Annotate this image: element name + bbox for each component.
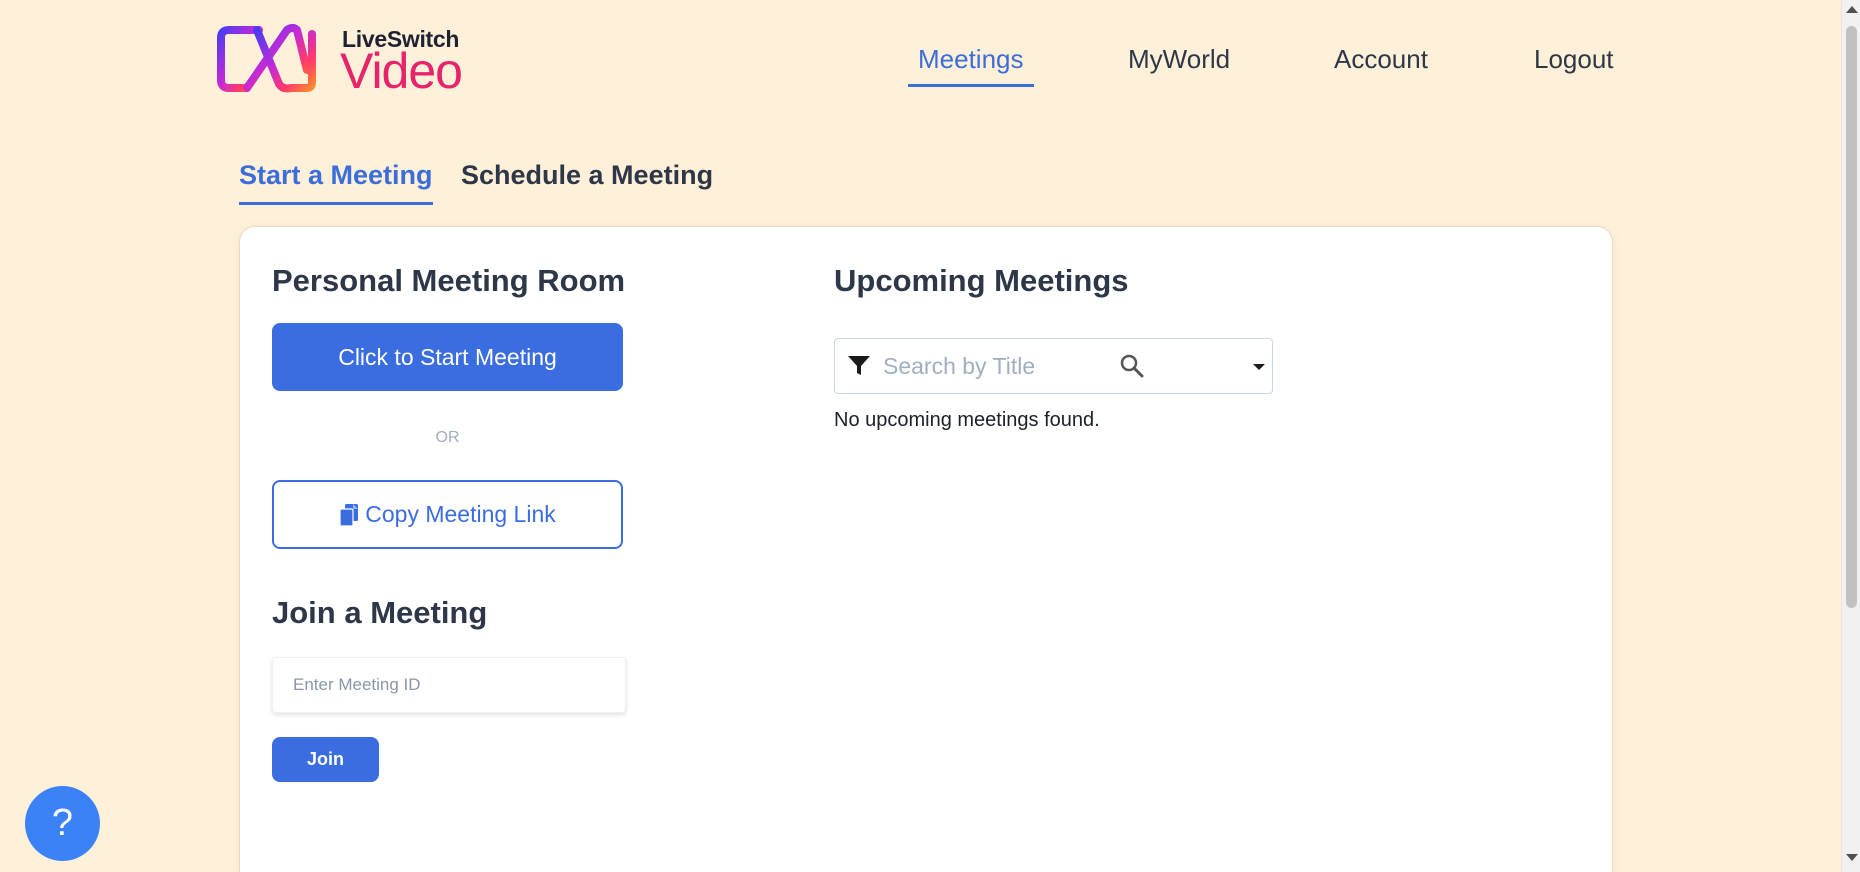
- filter-icon: [848, 356, 870, 375]
- tab-start-meeting[interactable]: Start a Meeting: [239, 160, 433, 205]
- chevron-down-icon[interactable]: [1253, 364, 1265, 370]
- join-button[interactable]: Join: [272, 737, 379, 782]
- join-meeting-heading: Join a Meeting: [272, 595, 488, 630]
- search-icon: [1120, 354, 1144, 378]
- or-divider: OR: [435, 429, 460, 446]
- tab-schedule-meeting[interactable]: Schedule a Meeting: [461, 160, 713, 202]
- nav-myworld[interactable]: MyWorld: [1118, 40, 1240, 84]
- nav-account[interactable]: Account: [1324, 40, 1438, 84]
- nav-meetings[interactable]: Meetings: [908, 40, 1034, 87]
- page-scrollbar[interactable]: [1841, 0, 1860, 872]
- meeting-id-input[interactable]: [272, 657, 626, 713]
- copy-meeting-link-button[interactable]: Copy Meeting Link: [272, 480, 623, 549]
- scroll-down-arrow-icon[interactable]: [1846, 854, 1858, 861]
- empty-state-text: No upcoming meetings found.: [834, 409, 1100, 431]
- scrollbar-thumb[interactable]: [1846, 26, 1857, 608]
- main-nav: Meetings MyWorld Account Logout: [0, 40, 1860, 90]
- scroll-up-arrow-icon[interactable]: [1846, 6, 1858, 13]
- copy-meeting-link-label: Copy Meeting Link: [365, 501, 556, 527]
- personal-room-heading: Personal Meeting Room: [272, 263, 626, 298]
- upcoming-meetings-heading: Upcoming Meetings: [834, 263, 1129, 298]
- meeting-search-box[interactable]: [834, 338, 1273, 394]
- start-meeting-button[interactable]: Click to Start Meeting: [272, 323, 623, 391]
- meetings-card: Personal Meeting Room Click to Start Mee…: [239, 226, 1613, 872]
- help-button[interactable]: ?: [25, 786, 100, 861]
- search-title-input[interactable]: [883, 349, 1103, 383]
- nav-logout[interactable]: Logout: [1524, 40, 1624, 84]
- copy-icon: [339, 503, 359, 527]
